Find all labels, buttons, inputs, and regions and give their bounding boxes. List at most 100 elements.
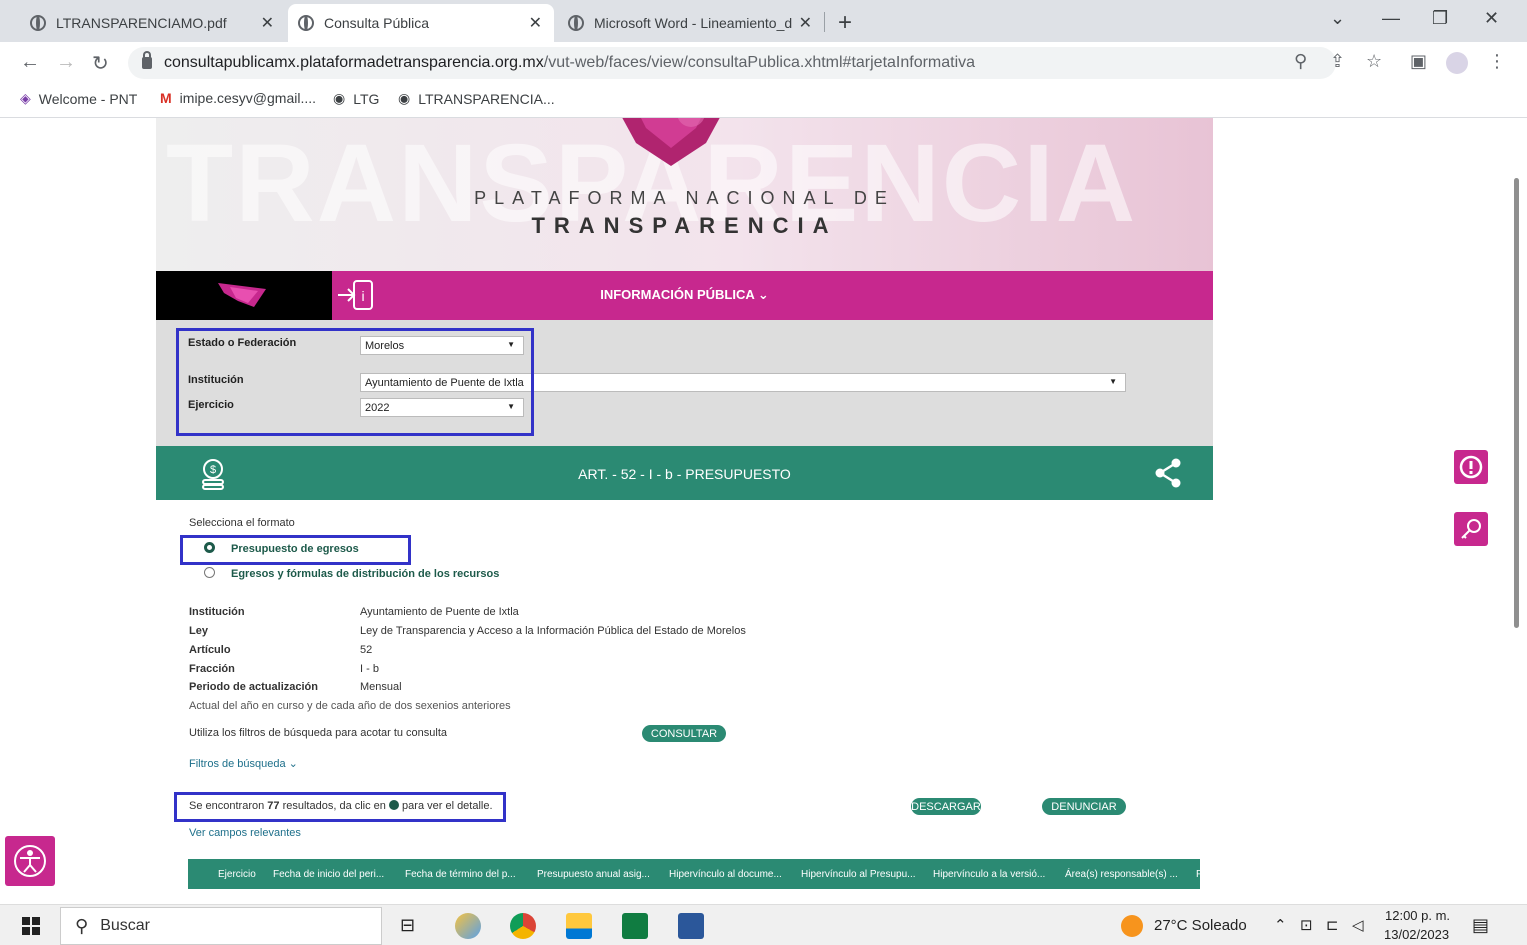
minimize-button[interactable]: — [1382, 8, 1400, 29]
globe-icon: ◉ [398, 90, 411, 106]
column-header[interactable]: Hipervínculo al docume... [669, 869, 782, 880]
tab-separator [824, 12, 825, 32]
url-host: consultapublicamx.plataformadetransparen… [164, 54, 544, 71]
file-explorer-icon[interactable] [566, 913, 592, 939]
pnt-banner: TRANSPARENCIA PLATAFORMA NACIONAL DE TRA… [156, 118, 1213, 271]
accessibility-button[interactable] [5, 836, 55, 886]
bookmark-star-icon[interactable]: ☆ [1366, 51, 1382, 72]
close-tab-icon[interactable]: ✕ [529, 13, 542, 33]
side-panel-icon[interactable]: ▣ [1410, 51, 1427, 72]
forward-button[interactable]: → [56, 51, 76, 74]
back-button[interactable]: ← [20, 51, 40, 74]
detail-label: Artículo [189, 644, 231, 656]
close-tab-icon[interactable]: ✕ [261, 13, 274, 33]
windows-taskbar: ⚲ Buscar ⊟ 27°C Soleado ⌃ ⊡ ⊏ ◁ 12:00 p.… [0, 904, 1527, 945]
bookmark-ltransparencia[interactable]: ◉ LTRANSPARENCIA... [398, 90, 555, 107]
column-header[interactable]: Hipervínculo al Presupu... [801, 869, 916, 880]
url-path: /vut-web/faces/view/consultaPublica.xhtm… [543, 54, 976, 71]
filters-panel: Estado o Federación Morelos ▼ Institució… [156, 320, 1213, 446]
weather-text[interactable]: 27°C Soleado [1154, 917, 1247, 934]
ver-campos-relevantes-link[interactable]: Ver campos relevantes [189, 827, 301, 839]
highlight-box-results [174, 792, 506, 822]
bookmark-label: LTG [353, 90, 380, 107]
option-egresos-formulas[interactable]: Egresos y fórmulas de distribución de lo… [231, 568, 499, 580]
bookmark-pnt[interactable]: ◈ Welcome - PNT [20, 90, 137, 107]
tab-title: Consulta Pública [324, 15, 430, 31]
network-icon[interactable]: ⊡ [1300, 916, 1313, 934]
radio-egresos-formulas[interactable] [204, 567, 215, 578]
task-view-icon[interactable]: ⊟ [400, 915, 415, 936]
excel-app-icon[interactable] [622, 913, 648, 939]
bookmark-label: Welcome - PNT [38, 90, 138, 107]
bookmark-label: imipe.cesyv@gmail.... [179, 90, 317, 106]
column-header[interactable]: Área(s) responsable(s) ... [1065, 869, 1178, 880]
period-note: Actual del año en curso y de cada año de… [189, 700, 511, 712]
search-icon: ⚲ [75, 915, 89, 936]
url-input[interactable]: consultapublicamx.plataformadetransparen… [128, 47, 1336, 79]
bookmark-label: LTRANSPARENCIA... [418, 90, 555, 107]
close-window-button[interactable]: ✕ [1484, 8, 1499, 29]
tray-chevron-icon[interactable]: ⌃ [1274, 916, 1287, 934]
consultar-button[interactable]: CONSULTAR [642, 725, 726, 742]
reload-button[interactable]: ↻ [92, 51, 109, 76]
chrome-app-icon[interactable] [510, 913, 536, 939]
detail-value: Ayuntamiento de Puente de Ixtla [360, 606, 519, 618]
key-icon [1461, 519, 1481, 539]
taskbar-search-input[interactable]: ⚲ Buscar [60, 907, 382, 945]
paint-app-icon[interactable] [455, 913, 481, 939]
accessibility-icon [14, 845, 46, 877]
banner-title-line2: TRANSPARENCIA [531, 213, 838, 238]
results-table-header: Ejercicio Fecha de inicio del peri... Fe… [188, 859, 1202, 889]
notifications-icon[interactable]: ▤ [1472, 915, 1489, 936]
search-placeholder: Buscar [100, 917, 150, 934]
tab-word[interactable]: Microsoft Word - Lineamiento_d ✕ [558, 4, 824, 42]
share-icon[interactable]: ⇪ [1330, 51, 1345, 72]
weather-sun-icon [1121, 915, 1143, 937]
zoom-icon[interactable]: ⚲ [1294, 51, 1307, 72]
descargar-button[interactable]: DESCARGAR [911, 798, 981, 815]
windows-start-icon[interactable] [22, 917, 40, 935]
clock-time[interactable]: 12:00 p. m. [1385, 908, 1450, 923]
tab-search-icon[interactable]: ⌄ [1330, 8, 1345, 29]
detail-label: Fracción [189, 663, 235, 675]
highlight-box-format [180, 535, 411, 565]
volume-icon[interactable]: ◁ [1352, 916, 1364, 934]
globe-icon [298, 15, 314, 31]
banner-title-line1: PLATAFORMA NACIONAL DE [474, 188, 895, 208]
key-icon-button[interactable] [1454, 512, 1488, 546]
column-header[interactable]: Ejercicio [218, 869, 256, 880]
menu-icon[interactable]: ⋮ [1488, 51, 1506, 72]
tab-pdf[interactable]: LTRANSPARENCIAMO.pdf ✕ [20, 4, 286, 42]
filtros-busqueda-toggle[interactable]: Filtros de búsqueda ⌄ [189, 757, 298, 770]
column-header[interactable]: Fecha de término del p... [405, 869, 516, 880]
pnt-icon: ◈ [20, 90, 31, 106]
bookmark-gmail[interactable]: M imipe.cesyv@gmail.... [160, 90, 316, 106]
close-tab-icon[interactable]: ✕ [799, 13, 812, 33]
caret-down-icon: ▼ [1109, 377, 1117, 386]
word-app-icon[interactable] [678, 913, 704, 939]
highlight-box-filters [176, 328, 534, 436]
tab-title: Microsoft Word - Lineamiento_d [594, 15, 793, 31]
tab-title: LTRANSPARENCIAMO.pdf [56, 15, 227, 31]
column-header[interactable]: Fecha de inicio del peri... [273, 869, 384, 880]
column-header[interactable]: Hipervínculo a la versió... [933, 869, 1045, 880]
alert-icon [1459, 455, 1483, 479]
column-header[interactable]: Presupuesto anual asig... [537, 869, 650, 880]
profile-avatar[interactable] [1446, 52, 1468, 74]
tab-consulta-publica[interactable]: Consulta Pública ✕ [288, 4, 554, 42]
pnt-logo-icon [622, 118, 720, 166]
denunciar-button[interactable]: DENUNCIAR [1042, 798, 1126, 815]
lock-icon [142, 51, 152, 69]
informacion-publica-menu[interactable]: INFORMACIÓN PÚBLICA ⌄ [156, 287, 1213, 303]
restore-button[interactable]: ❐ [1432, 8, 1448, 29]
display-icon[interactable]: ⊏ [1326, 916, 1339, 934]
share-icon[interactable] [1154, 458, 1182, 488]
globe-icon [30, 15, 46, 31]
column-header[interactable]: F [1196, 869, 1202, 880]
browser-tab-bar: LTRANSPARENCIAMO.pdf ✕ Consulta Pública … [0, 0, 1527, 42]
clock-date[interactable]: 13/02/2023 [1384, 927, 1449, 942]
page-scrollbar[interactable] [1514, 178, 1519, 628]
new-tab-button[interactable]: + [838, 9, 852, 37]
alert-icon-button[interactable] [1454, 450, 1488, 484]
bookmark-ltg[interactable]: ◉ LTG [333, 90, 379, 107]
